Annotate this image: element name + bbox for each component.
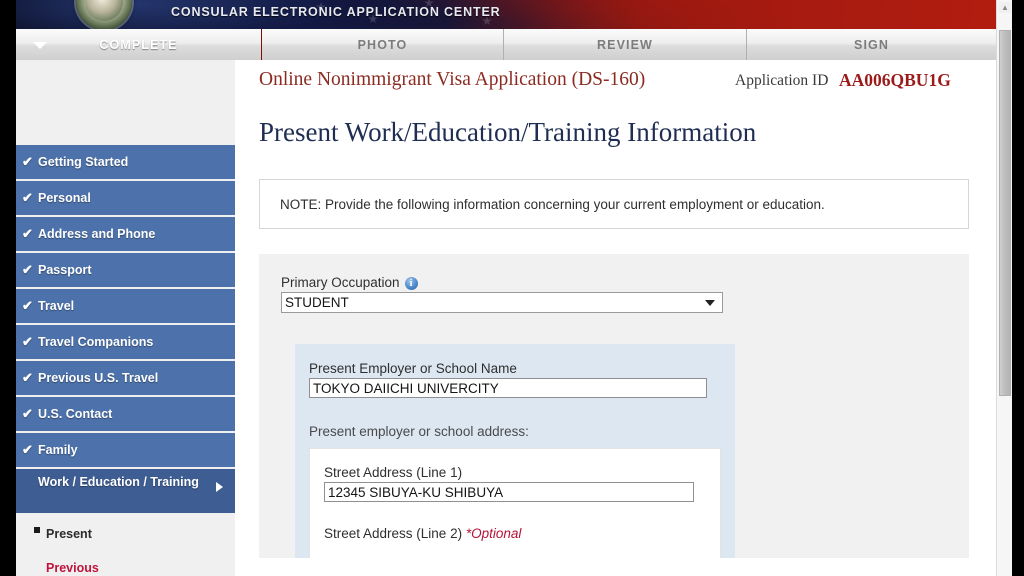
check-icon: ✔	[22, 190, 33, 205]
check-icon: ✔	[22, 262, 33, 277]
check-icon: ✔	[22, 334, 33, 349]
sidebar-item-passport[interactable]: ✔ Passport	[16, 253, 235, 287]
sidebar-item-work-education-training[interactable]: Work / Education / Training	[16, 469, 235, 513]
address-panel: Street Address (Line 1) Street Address (…	[309, 448, 721, 558]
employer-name-input[interactable]	[309, 378, 707, 398]
letterbox-right	[1012, 0, 1024, 576]
sidebar-item-label: Previous U.S. Travel	[38, 371, 159, 385]
address-spacer	[324, 502, 720, 526]
sidebar-item-us-contact[interactable]: ✔ U.S. Contact	[16, 397, 235, 431]
sidebar-item-travel[interactable]: ✔ Travel	[16, 289, 235, 323]
banner-title: CONSULAR ELECTRONIC APPLICATION CENTER	[171, 5, 501, 19]
sidebar-item-label: Passport	[38, 263, 92, 277]
caret-right-icon	[216, 482, 223, 492]
primary-occupation-label: Primary Occupation i	[281, 275, 969, 290]
sidebar-item-label: Getting Started	[38, 155, 129, 169]
street-line2-label: Street Address (Line 2) *Optional	[324, 526, 720, 541]
sidebar-item-family[interactable]: ✔ Family	[16, 433, 235, 467]
square-bullet-icon	[34, 527, 40, 533]
note-box: NOTE: Provide the following information …	[259, 179, 969, 229]
tab-complete-label: COMPLETE	[99, 37, 178, 52]
street-line1-label: Street Address (Line 1)	[324, 465, 463, 480]
sidebar-item-address-and-phone[interactable]: ✔ Address and Phone	[16, 217, 235, 251]
employer-name-label: Present Employer or School Name	[309, 361, 517, 376]
optional-tag: *Optional	[465, 526, 522, 541]
page-title: Present Work/Education/Training Informat…	[259, 117, 757, 147]
application-id-label: Application ID	[735, 72, 829, 89]
application-id-value: AA006QBU1G	[839, 70, 951, 90]
flag-red-stripe	[446, 0, 996, 29]
sidebar-item-label: Address and Phone	[38, 227, 156, 241]
screenshot-root: CONSULAR ELECTRONIC APPLICATION CENTER C…	[0, 0, 1024, 576]
sidebar-subitem-previous[interactable]: Previous	[34, 561, 235, 575]
sidebar-item-previous-us-travel[interactable]: ✔ Previous U.S. Travel	[16, 361, 235, 395]
progress-tabstrip: COMPLETE PHOTO REVIEW SIGN	[16, 29, 996, 60]
check-icon: ✔	[22, 370, 33, 385]
street-line2-label-text: Street Address (Line 2)	[324, 526, 463, 541]
check-icon: ✔	[22, 442, 33, 457]
tab-photo[interactable]: PHOTO	[262, 29, 504, 60]
sidebar-item-label: Family	[38, 443, 78, 457]
check-icon: ✔	[22, 406, 33, 421]
letterbox-left	[0, 0, 16, 576]
address-heading: Present employer or school address:	[309, 424, 529, 439]
sidebar-item-personal[interactable]: ✔ Personal	[16, 181, 235, 215]
street-line1-input[interactable]	[324, 482, 694, 502]
main-content: Online Nonimmigrant Visa Application (DS…	[235, 60, 996, 576]
sidebar-nav: ✔ Getting Started ✔ Personal ✔ Address a…	[16, 60, 235, 576]
scrollbar-thumb[interactable]	[999, 30, 1011, 396]
form-panel: Primary Occupation i STUDENT Present Empl…	[259, 254, 969, 558]
form-title: Online Nonimmigrant Visa Application (DS…	[259, 69, 646, 90]
tab-review-label: REVIEW	[597, 37, 653, 52]
primary-occupation-label-text: Primary Occupation	[281, 275, 400, 290]
check-icon: ✔	[22, 154, 33, 169]
info-circle-icon[interactable]: i	[404, 277, 418, 290]
tab-photo-label: PHOTO	[357, 37, 408, 52]
sidebar-item-label: Personal	[38, 191, 91, 205]
note-text: NOTE: Provide the following information …	[280, 196, 825, 212]
sidebar-item-label: U.S. Contact	[38, 407, 113, 421]
site-banner: CONSULAR ELECTRONIC APPLICATION CENTER	[16, 0, 996, 29]
caret-down-icon	[33, 42, 47, 49]
tab-review[interactable]: REVIEW	[504, 29, 747, 60]
sidebar-item-label: Travel Companions	[38, 335, 154, 349]
primary-occupation-select[interactable]: STUDENT	[281, 292, 723, 313]
tab-sign-label: SIGN	[854, 37, 889, 52]
sidebar-item-travel-companions[interactable]: ✔ Travel Companions	[16, 325, 235, 359]
sidebar-item-getting-started[interactable]: ✔ Getting Started	[16, 145, 235, 179]
sidebar-item-label: Work / Education / Training	[38, 475, 199, 489]
employer-panel: Present Employer or School Name Present …	[295, 344, 735, 558]
tab-sign[interactable]: SIGN	[747, 29, 996, 60]
sidebar-subitem-present[interactable]: Present	[34, 527, 235, 541]
primary-occupation-select-wrap: STUDENT	[281, 292, 723, 313]
sidebar-item-label: Travel	[38, 299, 75, 313]
sidebar-subitem-label: Present	[46, 527, 92, 541]
tab-complete[interactable]: COMPLETE	[16, 29, 262, 60]
application-header: Online Nonimmigrant Visa Application (DS…	[235, 60, 996, 105]
browser-viewport: CONSULAR ELECTRONIC APPLICATION CENTER C…	[16, 0, 1012, 576]
caret-up-icon[interactable]: ▲	[999, 2, 1011, 13]
sidebar-subnav: Present Previous	[16, 515, 235, 575]
sidebar-subitem-label: Previous	[46, 561, 99, 575]
check-icon: ✔	[22, 226, 33, 241]
page-scrollbar[interactable]: ▲	[996, 0, 1012, 576]
check-icon: ✔	[22, 298, 33, 313]
